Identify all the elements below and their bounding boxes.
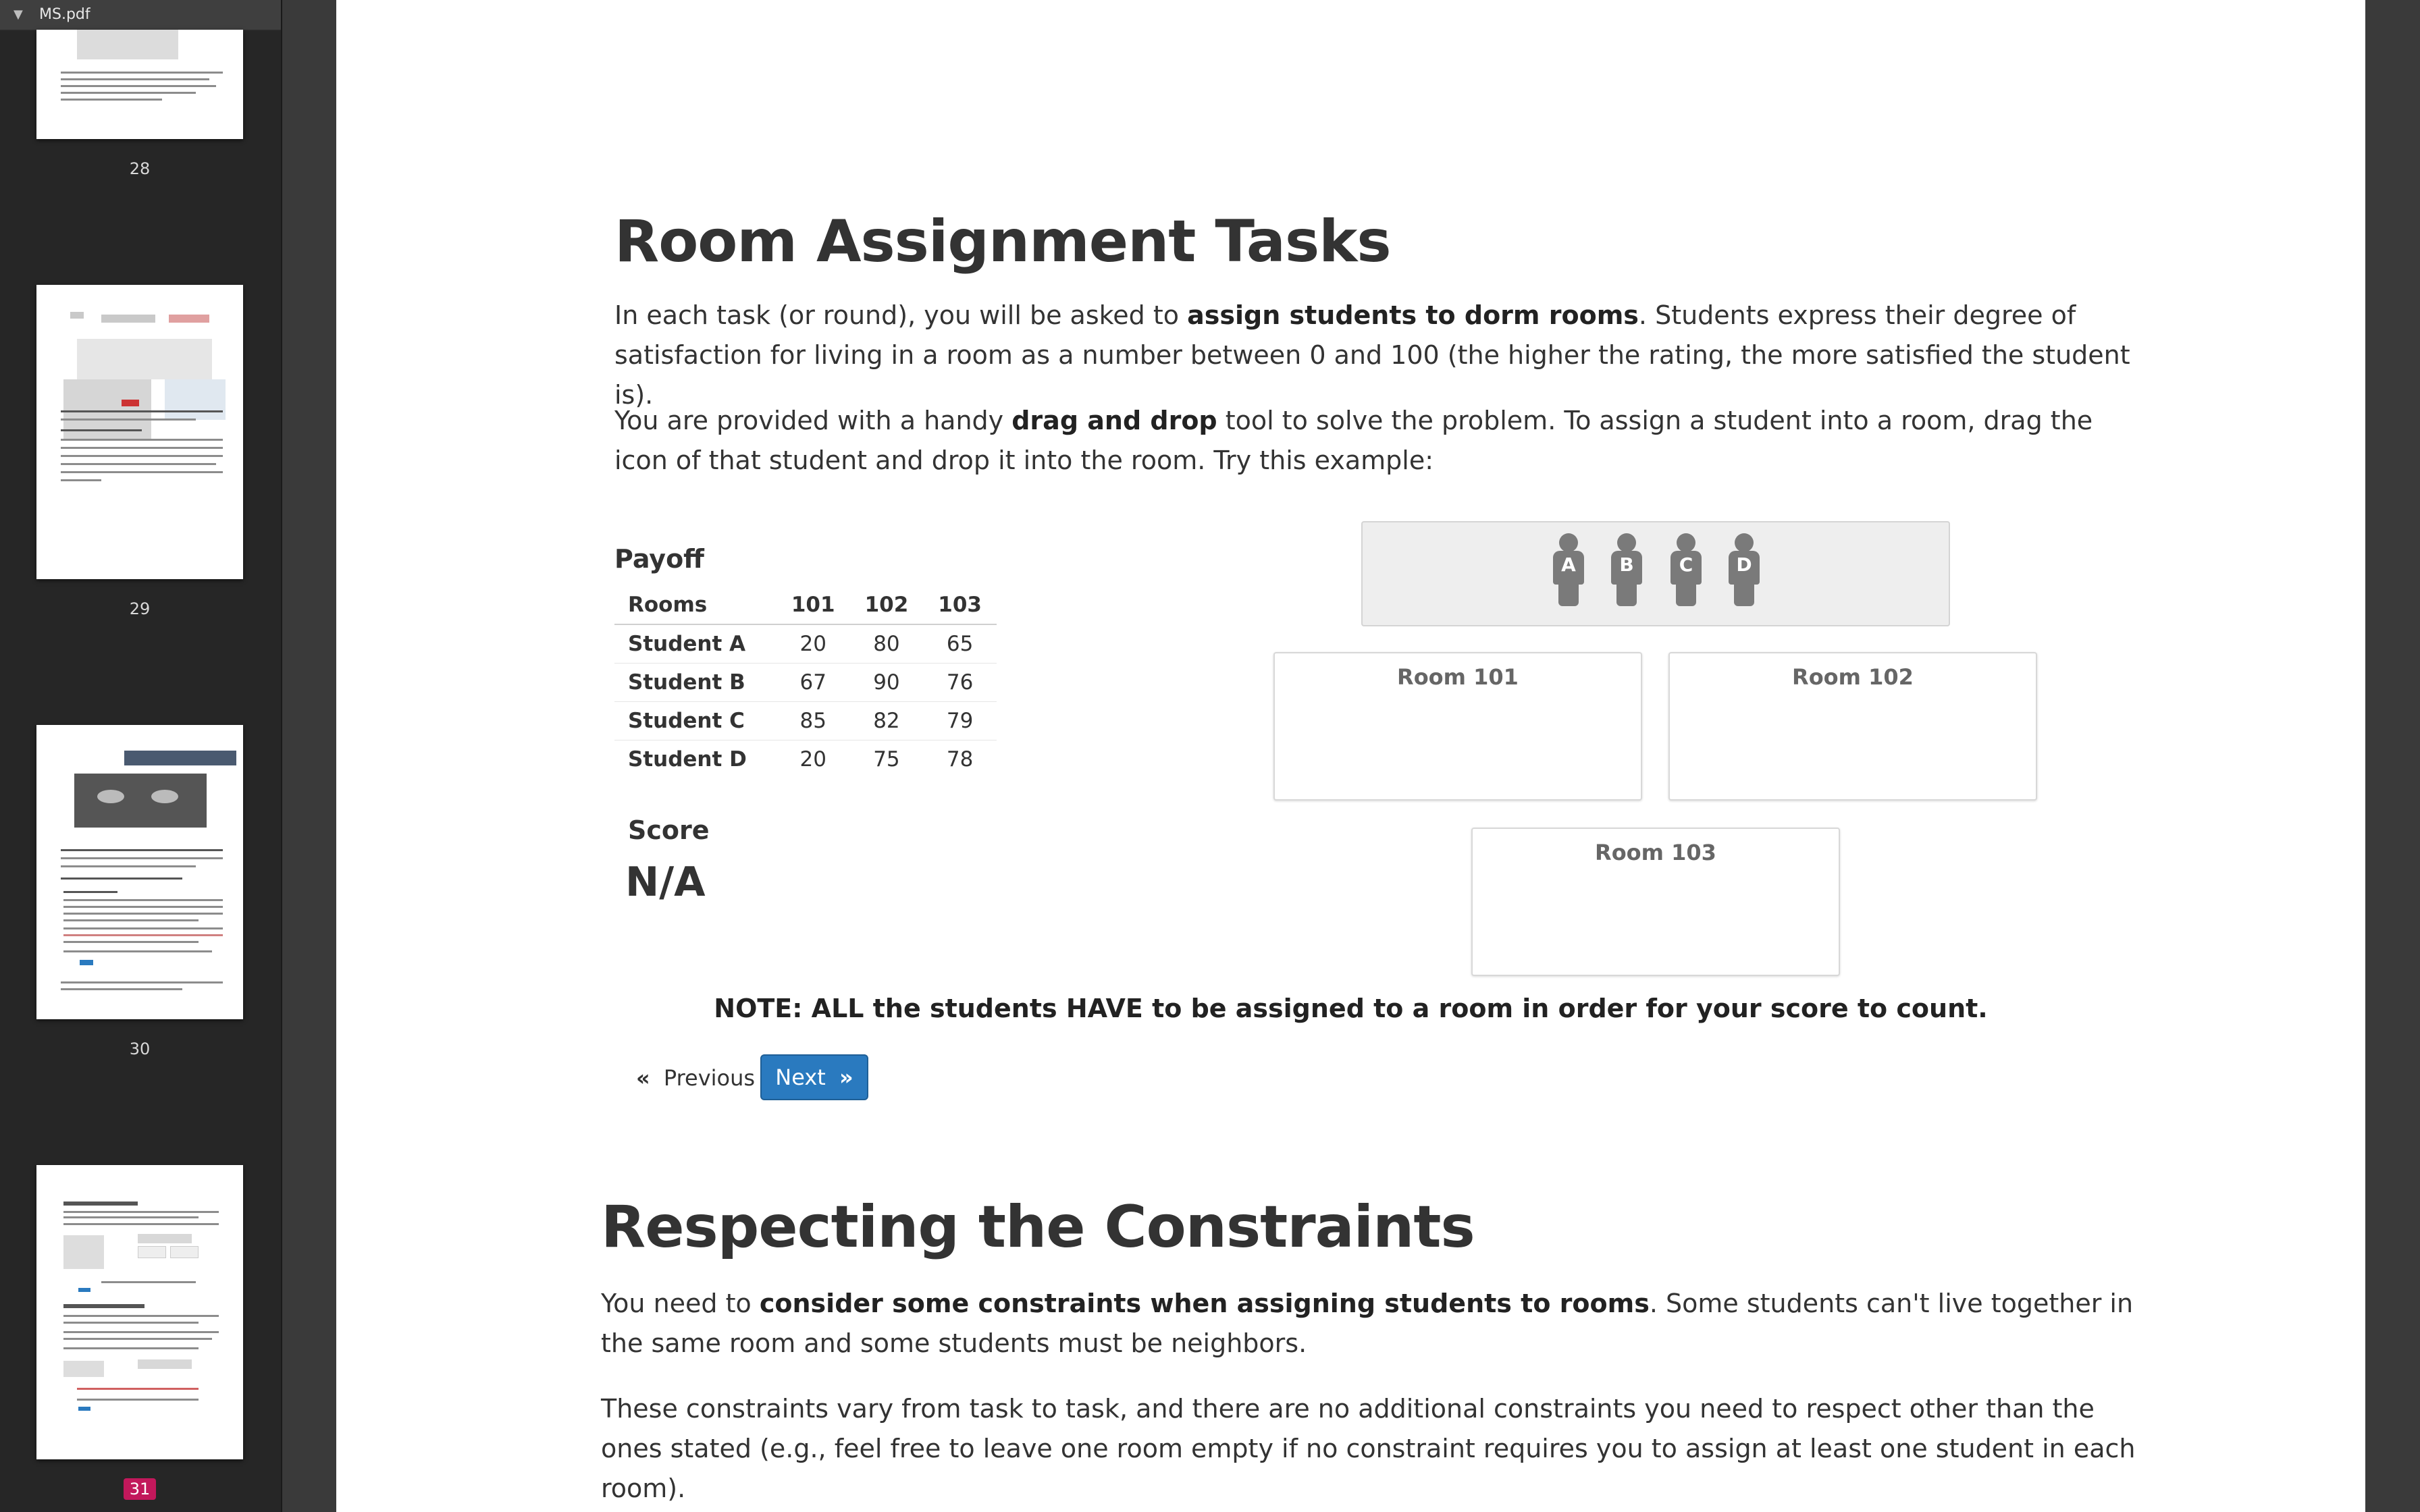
pdf-page: Room Assignment Tasks In each task (or r… [336,0,2365,1512]
page-number-29: 29 [129,599,151,618]
page-thumbnail-28[interactable] [36,30,243,139]
thumbnail-sidebar: ▼ MS.pdf 28 29 30 31 [0,0,282,1512]
next-label: Next [775,1064,826,1090]
table-cell: 67 [776,663,850,702]
table-cell: 90 [849,663,924,702]
bold-text: consider some constraints when assigning… [759,1289,1650,1318]
page-thumbnail-30[interactable] [36,725,243,1019]
column-header: 103 [923,586,997,625]
student-label: D [1736,554,1752,576]
score-value: N/A [625,859,706,906]
bold-text: drag and drop [1011,406,1217,435]
student-label: C [1679,554,1693,576]
column-header: 102 [849,586,924,625]
student-icon-a[interactable]: A [1553,533,1584,608]
page-number-28: 28 [129,159,151,178]
table-cell: 76 [923,663,997,702]
payoff-table: Rooms 101 102 103 Student A 20 80 65 Stu… [614,586,997,778]
students-pool[interactable]: A B C D [1361,521,1950,626]
table-row: Student C 85 82 79 [614,701,997,740]
table-header-row: Rooms 101 102 103 [614,586,997,625]
room-title: Room 102 [1792,664,1914,690]
room-title: Room 103 [1595,840,1716,865]
section-title-constraints: Respecting the Constraints [601,1193,1475,1261]
table-cell: 20 [776,624,850,664]
page-number-31-current: 31 [36,1478,243,1500]
column-header: Rooms [614,586,777,625]
constraints-paragraph-2: These constraints vary from task to task… [601,1394,2136,1503]
payoff-title: Payoff [614,544,704,574]
student-icon-c[interactable]: C [1671,533,1702,608]
double-chevron-right-icon: » [839,1064,853,1090]
table-cell: 80 [849,624,924,664]
text-span: You are provided with a handy [614,406,1012,435]
page-thumbnail-29[interactable] [36,285,243,579]
room-103-dropzone[interactable]: Room 103 [1471,828,1840,976]
table-cell: 20 [776,740,850,778]
score-label: Score [628,815,710,845]
table-cell: Student D [614,740,777,778]
table-cell: Student C [614,701,777,740]
table-cell: 85 [776,701,850,740]
column-header: 101 [776,586,850,625]
student-icon-b[interactable]: B [1611,533,1642,608]
page-thumbnail-31[interactable] [36,1165,243,1459]
intro-paragraph-1: In each task (or round), you will be ask… [614,296,2140,415]
student-label: B [1619,554,1634,576]
table-cell: Student A [614,624,777,664]
assignment-note: NOTE: ALL the students HAVE to be assign… [714,994,1988,1023]
table-cell: Student B [614,663,777,702]
document-name: MS.pdf [39,6,90,23]
note-container: NOTE: ALL the students HAVE to be assign… [336,994,2365,1023]
next-button[interactable]: Next » [760,1054,868,1100]
text-span: In each task (or round), you will be ask… [614,300,1188,330]
table-cell: 79 [923,701,997,740]
page-number-30: 30 [129,1040,151,1058]
bold-text: assign students to dorm rooms [1187,300,1639,330]
table-row: Student A 20 80 65 [614,624,997,664]
table-cell: 82 [849,701,924,740]
table-row: Student B 67 90 76 [614,663,997,702]
table-cell: 75 [849,740,924,778]
student-icon-d[interactable]: D [1729,533,1760,608]
table-cell: 65 [923,624,997,664]
room-102-dropzone[interactable]: Room 102 [1668,652,2037,801]
intro-paragraph-2: You are provided with a handy drag and d… [614,401,2140,481]
text-span: You need to [601,1289,760,1318]
section-title-room-assignment: Room Assignment Tasks [614,208,1392,275]
room-title: Room 101 [1397,664,1519,690]
room-101-dropzone[interactable]: Room 101 [1273,652,1642,801]
constraints-paragraph-1: You need to consider some constraints wh… [601,1284,2140,1364]
previous-button[interactable]: « Previous [625,1056,766,1100]
previous-label: Previous [663,1065,756,1091]
student-label: A [1561,554,1576,576]
table-row: Student D 20 75 78 [614,740,997,778]
table-cell: 78 [923,740,997,778]
sidebar-header[interactable]: ▼ MS.pdf [0,0,281,31]
disclosure-triangle-icon[interactable]: ▼ [14,0,23,30]
double-chevron-left-icon: « [636,1065,650,1091]
